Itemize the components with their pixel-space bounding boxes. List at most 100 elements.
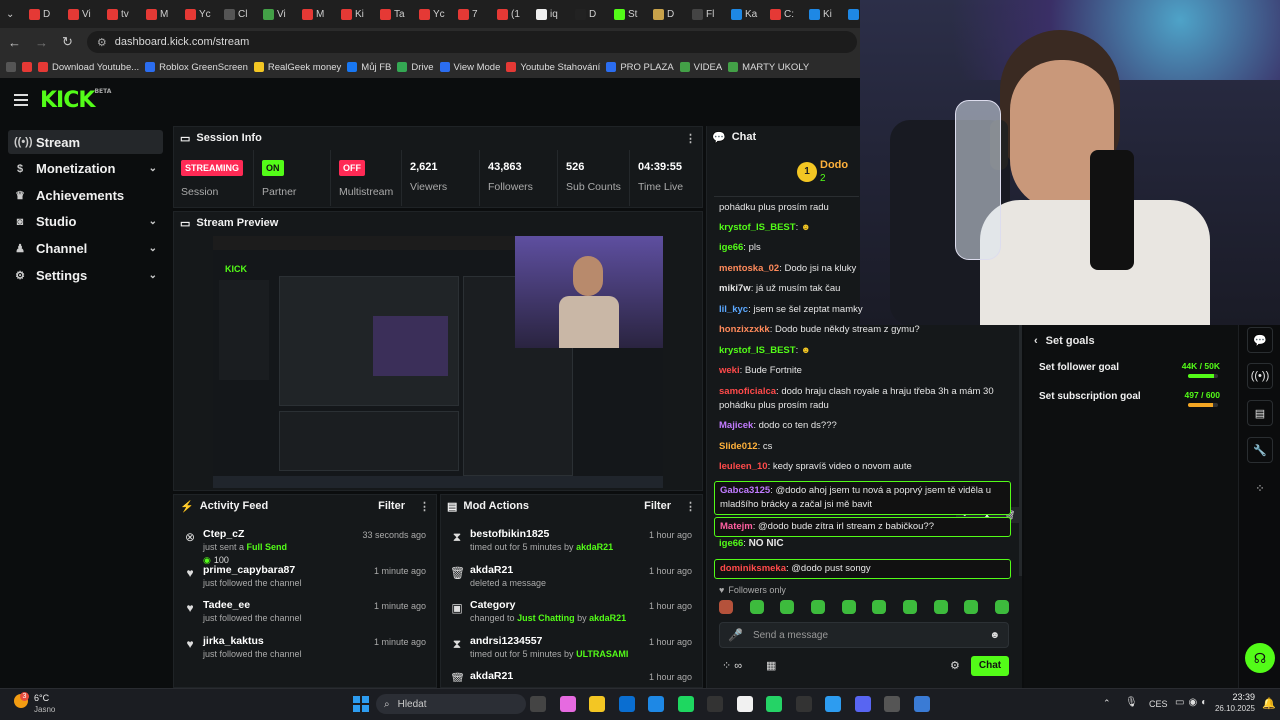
emote-icon[interactable] (994, 600, 1009, 614)
chevron-down-icon[interactable]: ⌄ (149, 243, 157, 254)
chat-username[interactable]: Gabca3125 (720, 485, 770, 496)
taskbar-app-icon[interactable] (707, 696, 723, 712)
help-support-icon[interactable]: ☊ (1245, 643, 1275, 673)
taskbar-app-icon[interactable] (648, 696, 664, 712)
taskbar-search[interactable]: ⌕ Hledat (376, 694, 526, 714)
bookmark-item[interactable]: VIDEA (679, 62, 722, 73)
bookmark-item[interactable]: RealGeek money (253, 62, 341, 73)
browser-tab[interactable]: D (572, 3, 608, 25)
chat-username[interactable]: krystof_IS_BEST (719, 345, 796, 356)
taskbar-app-icon[interactable] (530, 696, 546, 712)
chat-send-button[interactable]: Chat (971, 656, 1009, 676)
activity-row[interactable]: ♥ prime_capybara87 just followed the chann… (183, 564, 426, 598)
browser-tab[interactable]: C: (767, 3, 803, 25)
clock-date[interactable]: 26.10.2025 (1207, 704, 1255, 713)
chat-username[interactable]: dominiksmeka (720, 563, 786, 574)
mod-filter-button[interactable]: Filter (644, 500, 671, 512)
notifications-icon[interactable]: 🔔 (1262, 697, 1276, 710)
mod-more-icon[interactable]: ⋮ (685, 500, 696, 513)
sidebar-item-studio[interactable]: ◙ Studio ⌄ (8, 210, 163, 234)
menu-icon[interactable] (14, 94, 28, 106)
chat-message[interactable]: miki7w: já už musím tak čau (719, 282, 1009, 296)
browser-tab[interactable]: Ka (728, 3, 764, 25)
site-info-icon[interactable]: ⚙ (97, 36, 107, 49)
chat-message[interactable]: ige66: pls (719, 241, 1009, 255)
mic-icon[interactable]: 🎤 (728, 628, 743, 642)
browser-tab[interactable]: Vi (65, 3, 101, 25)
activity-more-icon[interactable]: ⋮ (419, 500, 430, 513)
bookmark-item[interactable]: Můj FB (347, 62, 391, 73)
bookmark-icon[interactable] (6, 62, 16, 72)
more-options-icon[interactable]: ⋮ (685, 132, 696, 145)
bookmark-item[interactable]: Drive (397, 62, 434, 73)
emote-icon[interactable] (749, 600, 764, 614)
community-rail-icon[interactable]: ⁘ (1247, 475, 1273, 501)
sidebar-item-stream[interactable]: ((•)) Stream (8, 130, 163, 154)
chat-username[interactable]: ige66 (719, 242, 743, 253)
chevron-down-icon[interactable]: ⌄ (149, 163, 157, 174)
url-field[interactable]: ⚙ dashboard.kick.com/stream (86, 31, 857, 53)
sidebar-item-monetization[interactable]: $ Monetization ⌄ (8, 157, 163, 181)
chevron-down-icon[interactable]: ⌄ (149, 270, 157, 281)
mod-action-row[interactable]: ⧗ bestofbikin1825 timed out for 5 minutes … (450, 528, 692, 562)
goals-header[interactable]: ‹ Set goals (1034, 335, 1095, 347)
browser-tab[interactable]: 7 (455, 3, 491, 25)
taskbar-app-icon[interactable] (825, 696, 841, 712)
tab-list-button[interactable]: ⌄ (3, 3, 23, 25)
browser-tab[interactable]: D (26, 3, 62, 25)
mod-action-row[interactable]: ▣ Category changed to Just Chatting by akd… (450, 599, 692, 633)
back-icon[interactable]: ← (8, 35, 21, 50)
browser-tab[interactable]: St (611, 3, 647, 25)
tray-status-icons[interactable]: ▭◉◐ (1175, 697, 1211, 708)
chat-username[interactable]: Matejm (720, 521, 753, 532)
emote-icon[interactable] (933, 600, 948, 614)
browser-tab[interactable]: Bi (845, 3, 860, 25)
taskbar-app-icon[interactable] (589, 696, 605, 712)
tray-chevron-icon[interactable]: ⌃ (1103, 698, 1111, 709)
bookmark-item[interactable]: PRO PLAZA (606, 62, 674, 73)
goal-label[interactable]: Set follower goal (1039, 362, 1119, 373)
chevron-down-icon[interactable]: ⌄ (149, 216, 157, 227)
browser-tab[interactable]: M (143, 3, 179, 25)
chat-input-placeholder[interactable]: Send a message (753, 630, 828, 641)
chat-username[interactable]: lil_kyc (719, 304, 748, 315)
taskbar-app-icon[interactable] (854, 696, 871, 712)
taskbar-app-icon[interactable] (795, 696, 812, 712)
windows-start-icon[interactable] (353, 696, 369, 712)
chat-username[interactable]: miki7w (719, 283, 751, 294)
browser-tab[interactable]: Ki (806, 3, 842, 25)
chat-rail-icon[interactable]: 💬 (1247, 327, 1273, 353)
tray-mic-icon[interactable]: 🎙 (1125, 697, 1138, 708)
chat-message[interactable]: Ieuleen_10: kedy spravíš video o novom a… (719, 460, 1009, 474)
bookmark-item[interactable]: Download Youtube... (38, 62, 139, 73)
kick-logo[interactable]: KICKBETA (40, 88, 111, 113)
browser-tab[interactable]: Yc (416, 3, 452, 25)
emoji-picker-icon[interactable]: ☻ (989, 630, 1000, 641)
bookmark-icon[interactable] (22, 62, 32, 72)
chat-username[interactable]: Majicek (719, 420, 753, 431)
bookmark-item[interactable]: MARTY UKOLY (728, 62, 809, 73)
infinity-icon[interactable]: ⁘ ∞ (722, 659, 742, 672)
chat-username[interactable]: weki (719, 365, 740, 376)
stream-preview-video[interactable]: KICK (213, 236, 663, 488)
bookmark-item[interactable]: Youtube Stahování (506, 62, 600, 73)
browser-tab[interactable]: Ta (377, 3, 413, 25)
browser-tab[interactable]: iq (533, 3, 569, 25)
browser-tab[interactable]: Ki (338, 3, 374, 25)
back-arrow-icon[interactable]: ‹ (1034, 335, 1038, 347)
chat-username[interactable]: mentoska_02 (719, 263, 779, 274)
taskbar-app-icon[interactable] (766, 696, 782, 712)
goal-label[interactable]: Set subscription goal (1039, 391, 1141, 402)
emote-icon[interactable] (872, 600, 887, 614)
browser-tab[interactable]: tv (104, 3, 140, 25)
activity-filter-button[interactable]: Filter (378, 500, 405, 512)
bookmark-item[interactable]: View Mode (439, 62, 500, 73)
emote-icon[interactable] (902, 600, 917, 614)
chat-username[interactable]: Ieuleen_10 (719, 461, 768, 472)
chat-message[interactable]: pohádku plus prosím radu (719, 201, 1009, 215)
browser-tab[interactable]: Fl (689, 3, 725, 25)
activity-row[interactable]: ⊗ Ctep_cZ just sent a Full Send ◉ 100 33 seco… (183, 528, 426, 565)
mod-action-row[interactable]: 🗑 akdaR21 deleted a message 1 hour ago (450, 564, 692, 598)
chat-message[interactable]: krystof_IS_BEST: ☻ (719, 221, 1009, 235)
chat-username[interactable]: krystof_IS_BEST (719, 222, 796, 233)
